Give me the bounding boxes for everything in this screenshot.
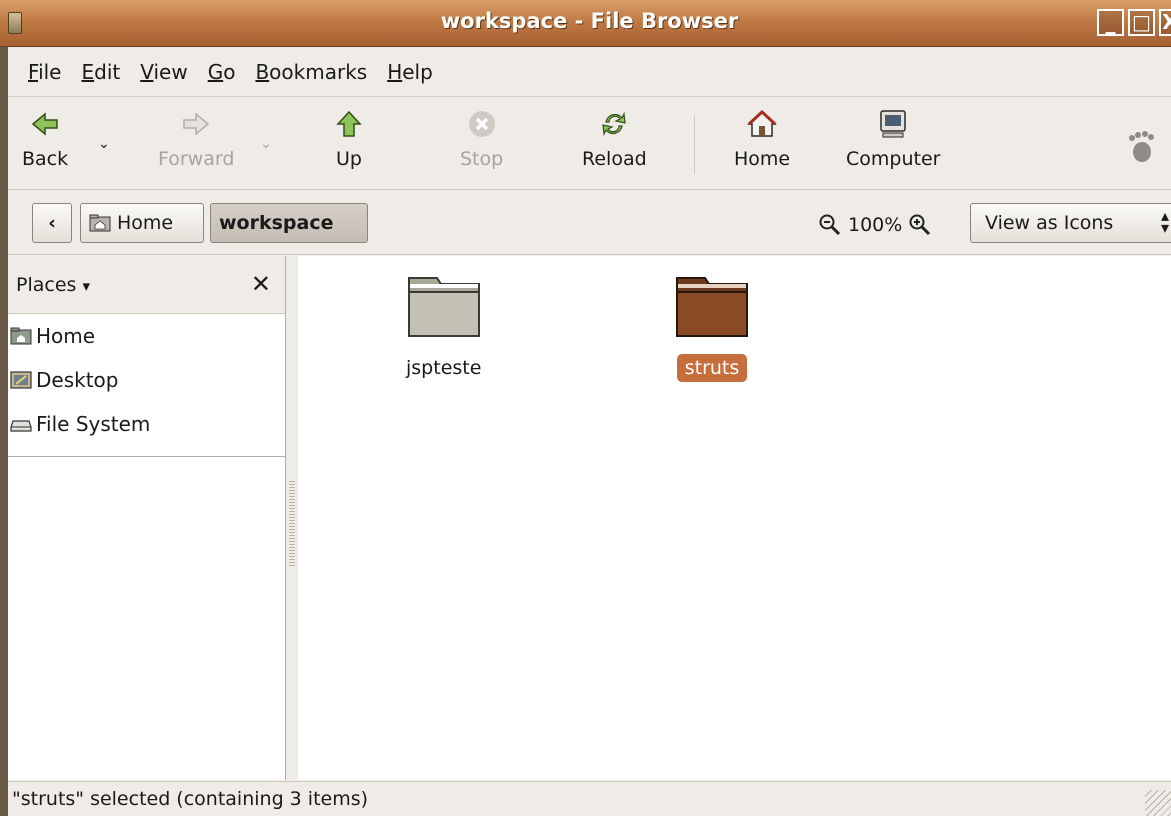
home-button[interactable]: Home — [734, 108, 790, 170]
sidebar-item-desktop[interactable]: Desktop — [8, 358, 285, 402]
breadcrumb-home-label: Home — [117, 212, 174, 234]
menu-view[interactable]: View — [130, 60, 197, 84]
resize-grip[interactable] — [1145, 790, 1171, 816]
sidebar-item-label: Desktop — [36, 368, 119, 392]
up-button[interactable]: Up — [333, 108, 365, 170]
home-icon — [747, 109, 777, 137]
select-updown-icon: ▴ ▾ — [1160, 206, 1169, 237]
sidebar-type-selector[interactable]: Places ▾ — [16, 274, 90, 296]
hard-drive-icon — [10, 420, 32, 432]
menu-help[interactable]: Help — [377, 60, 443, 84]
folder-icon — [676, 277, 748, 337]
close-button[interactable]: X — [1159, 9, 1171, 36]
home-folder-icon — [10, 327, 32, 345]
desktop-icon — [10, 371, 32, 389]
reload-icon — [602, 111, 627, 137]
sidebar-title: Places — [16, 273, 77, 296]
menu-bar: File Edit View Go Bookmarks Help — [8, 48, 1171, 97]
stop-icon — [468, 111, 495, 137]
chevron-left-icon: ‹ — [48, 212, 56, 234]
status-text: "struts" selected (containing 3 items) — [12, 788, 369, 810]
reload-label: Reload — [582, 148, 647, 170]
back-label: Back — [22, 148, 69, 170]
computer-button[interactable]: Computer — [846, 108, 940, 170]
home-label: Home — [734, 148, 791, 170]
sidebar-divider — [8, 456, 285, 457]
forward-arrow-icon — [183, 112, 210, 136]
menu-edit[interactable]: Edit — [71, 60, 130, 84]
breadcrumb-workspace-label: workspace — [219, 212, 334, 234]
folder-item-selected[interactable]: struts — [675, 274, 749, 382]
sidebar-item-label: Home — [36, 324, 96, 348]
computer-label: Computer — [846, 148, 941, 170]
breadcrumb-home[interactable]: Home — [80, 203, 204, 243]
reload-button[interactable]: Reload — [582, 108, 647, 170]
file-browser-window: workspace - File Browser _ □ X File Edit… — [0, 0, 1171, 816]
maximize-button[interactable]: □ — [1128, 9, 1155, 36]
breadcrumb-workspace[interactable]: workspace — [210, 203, 368, 243]
zoom-level[interactable]: 100% — [848, 214, 902, 236]
window-title: workspace - File Browser — [440, 9, 739, 33]
forward-button[interactable]: Forward — [158, 108, 234, 170]
zoom-out-icon[interactable] — [818, 213, 842, 237]
path-scroll-left-button[interactable]: ‹ — [32, 203, 72, 243]
location-bar: ‹ Home workspace 100% View as Icons ▴ ▾ — [8, 191, 1171, 255]
zoom-in-icon[interactable] — [908, 213, 932, 237]
home-folder-icon — [89, 214, 111, 232]
folder-icon — [407, 277, 480, 337]
sidebar-item-home[interactable]: Home — [8, 314, 285, 358]
folder-name: jspteste — [406, 357, 482, 379]
status-bar: "struts" selected (containing 3 items) — [8, 781, 1171, 816]
splitter-grip — [289, 481, 295, 566]
toolbar: Back ⌄ Forward ⌄ Up Stop Reload Home Com… — [8, 98, 1171, 190]
back-arrow-icon — [31, 112, 58, 136]
view-mode-value: View as Icons — [985, 212, 1114, 234]
title-bar[interactable]: workspace - File Browser _ □ X — [0, 0, 1171, 47]
places-sidebar: Places ▾ ✕ Home Desktop File System — [8, 256, 286, 780]
menu-bookmarks[interactable]: Bookmarks — [245, 60, 377, 84]
menu-go[interactable]: Go — [198, 60, 246, 84]
up-arrow-icon — [336, 110, 362, 137]
up-label: Up — [336, 148, 362, 170]
pane-splitter[interactable] — [287, 256, 297, 780]
computer-icon — [880, 110, 906, 138]
menu-file[interactable]: File — [18, 60, 71, 84]
forward-label: Forward — [158, 148, 235, 170]
view-mode-select[interactable]: View as Icons ▴ ▾ — [970, 203, 1171, 243]
stop-label: Stop — [460, 148, 504, 170]
back-history-dropdown-icon[interactable]: ⌄ — [98, 136, 110, 152]
sidebar-item-file-system[interactable]: File System — [8, 402, 285, 446]
sidebar-header: Places ▾ ✕ — [8, 256, 285, 314]
stop-button[interactable]: Stop — [460, 108, 503, 170]
forward-history-dropdown-icon[interactable]: ⌄ — [260, 136, 272, 152]
chevron-down-icon: ▾ — [82, 276, 90, 295]
folder-name: struts — [676, 354, 748, 382]
toolbar-separator — [694, 116, 695, 174]
back-button[interactable]: Back — [22, 108, 68, 170]
folder-item[interactable]: jspteste — [398, 274, 489, 382]
gnome-foot-icon — [1129, 131, 1154, 162]
sidebar-close-icon[interactable]: ✕ — [251, 270, 271, 298]
zoom-controls: 100% — [818, 213, 932, 237]
sidebar-item-label: File System — [36, 412, 151, 436]
minimize-button[interactable]: _ — [1097, 9, 1124, 36]
file-icon-view[interactable]: jspteste struts — [298, 256, 1171, 780]
